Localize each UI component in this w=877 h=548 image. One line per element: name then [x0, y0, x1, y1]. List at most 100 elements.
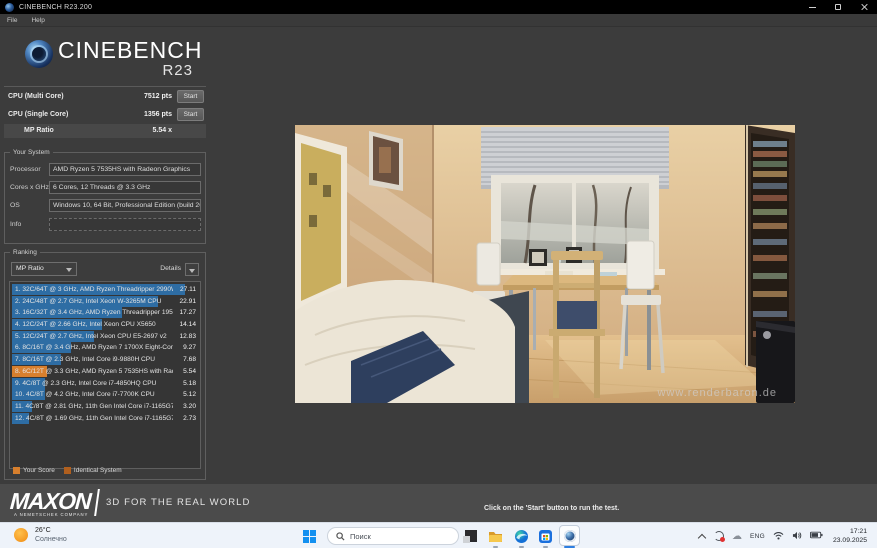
cinebench-window: CINEBENCH R23.200 File Help CINEBENCH R2…	[0, 0, 877, 548]
ranking-row[interactable]: 10. 4C/8T @ 4.2 GHz, Intel Core i7-7700K…	[12, 389, 198, 400]
folder-icon	[488, 529, 503, 544]
running-indicator	[493, 546, 498, 548]
legend-identical-system-label: Identical System	[74, 467, 122, 474]
taskbar-clock[interactable]: 17:21 23.09.2025	[833, 527, 867, 545]
maximize-button[interactable]	[825, 0, 851, 14]
ranking-row-value: 27.11	[180, 286, 196, 293]
taskbar-file-explorer[interactable]	[488, 529, 503, 544]
singlecore-start-button[interactable]: Start	[177, 108, 204, 121]
legend-identical-system-swatch	[64, 467, 71, 474]
weather-widget[interactable]: 26°C Солнечно	[14, 526, 67, 544]
mpratio-value: 5.54 x	[153, 127, 172, 134]
tray-battery[interactable]	[810, 531, 823, 541]
squares-app-icon	[463, 529, 478, 544]
close-button[interactable]	[851, 0, 877, 14]
your-system-legend: Your System	[10, 149, 53, 156]
tray-volume[interactable]	[792, 531, 802, 542]
singlecore-label: CPU (Single Core)	[8, 111, 68, 118]
ranking-row[interactable]: 2. 24C/48T @ 2.7 GHz, Intel Xeon W-3265M…	[12, 296, 198, 307]
legend-your-score-label: Your Score	[23, 467, 55, 474]
edge-browser-icon	[514, 529, 529, 544]
details-dropdown-button[interactable]	[185, 263, 199, 276]
search-icon	[336, 532, 345, 541]
language-indicator[interactable]: ENG	[750, 533, 765, 540]
taskbar-cinebench-active[interactable]	[559, 525, 580, 546]
ranking-row[interactable]: 6. 8C/16T @ 3.4 GHz, AMD Ryzen 7 1700X E…	[12, 342, 198, 353]
framed-picture-left	[295, 133, 347, 315]
ranking-row-label: 1. 32C/64T @ 3 GHz, AMD Ryzen Threadripp…	[15, 286, 173, 293]
maxon-logo: MAXON	[9, 488, 92, 515]
ranking-row[interactable]: 4. 12C/24T @ 2.66 GHz, Intel Xeon CPU X5…	[12, 319, 198, 330]
system-tray: ☁ ENG	[695, 523, 877, 548]
ranking-row[interactable]: 7. 8C/16T @ 2.3 GHz, Intel Core i9-9880H…	[12, 354, 198, 365]
running-indicator	[519, 546, 524, 548]
tray-overflow-button[interactable]	[699, 533, 706, 540]
ranking-row[interactable]: 8. 6C/12T @ 3.3 GHz, AMD Ryzen 5 7535HS …	[12, 366, 198, 377]
ranking-row-value: 5.12	[183, 391, 196, 398]
cinebench-app-icon	[5, 3, 14, 12]
your-system-group: Your System Processor AMD Ryzen 5 7535HS…	[4, 152, 206, 244]
minimize-button[interactable]	[799, 0, 825, 14]
ranking-row-label: 5. 12C/24T @ 2.7 GHz, Intel Xeon CPU E5-…	[15, 333, 167, 340]
ranking-sort-dropdown[interactable]: MP Ratio	[11, 262, 77, 276]
ranking-row[interactable]: 5. 12C/24T @ 2.7 GHz, Intel Xeon CPU E5-…	[12, 331, 198, 342]
ranking-row[interactable]: 11. 4C/8T @ 2.81 GHz, 11th Gen Intel Cor…	[12, 401, 198, 412]
cores-value: 6 Cores, 12 Threads @ 3.3 GHz	[49, 181, 201, 194]
taskbar-store[interactable]	[538, 529, 553, 544]
mpratio-label: MP Ratio	[24, 127, 54, 134]
score-row-singlecore: CPU (Single Core) 1356 pts Start	[4, 108, 206, 123]
ranking-row-value: 5.54	[183, 368, 196, 375]
menu-help[interactable]: Help	[24, 17, 51, 24]
logo-title: CINEBENCH	[58, 37, 202, 64]
ranking-row-label: 6. 8C/16T @ 3.4 GHz, AMD Ryzen 7 1700X E…	[15, 344, 173, 351]
tray-network[interactable]	[773, 531, 784, 542]
multicore-value: 7512 pts	[144, 93, 172, 100]
render-viewport: www.renderbaron.de	[295, 125, 795, 403]
speaker-icon	[792, 531, 802, 540]
ranking-row-label: 7. 8C/16T @ 2.3 GHz, Intel Core i9-9880H…	[15, 356, 155, 363]
clock-date: 23.09.2025	[833, 536, 867, 545]
ranking-row[interactable]: 12. 4C/8T @ 1.69 GHz, 11th Gen Intel Cor…	[12, 413, 198, 424]
ranking-list: 1. 32C/64T @ 3 GHz, AMD Ryzen Threadripp…	[9, 281, 201, 469]
details-label: Details	[160, 265, 181, 272]
ranking-row-label: 2. 24C/48T @ 2.7 GHz, Intel Xeon W-3265M…	[15, 298, 161, 305]
ranking-row-label: 4. 12C/24T @ 2.66 GHz, Intel Xeon CPU X5…	[15, 321, 156, 328]
logo-version: R23	[162, 62, 193, 79]
footer-bar: MAXON A NEMETSCHEK COMPANY 3D FOR THE RE…	[0, 484, 877, 522]
ranking-row[interactable]: 1. 32C/64T @ 3 GHz, AMD Ryzen Threadripp…	[12, 284, 198, 295]
processor-value: AMD Ryzen 5 7535HS with Radeon Graphics	[49, 163, 201, 176]
render-scene: www.renderbaron.de	[295, 125, 795, 403]
chevron-up-icon	[699, 533, 706, 540]
sun-icon	[14, 528, 28, 542]
status-message: Click on the 'Start' button to run the t…	[484, 505, 619, 512]
start-button[interactable]	[303, 530, 316, 543]
windows-logo-icon	[310, 537, 316, 543]
sync-alert-icon	[714, 531, 724, 541]
ranking-row-label: 10. 4C/8T @ 4.2 GHz, Intel Core i7-7700K…	[15, 391, 155, 398]
maximize-icon	[835, 4, 841, 10]
score-row-multicore: CPU (Multi Core) 7512 pts Start	[4, 90, 206, 105]
cores-label: Cores x GHz	[10, 184, 49, 191]
windows-logo-icon	[303, 537, 309, 543]
ranking-color-legend: Your Score Identical System	[13, 467, 131, 474]
ranking-group: Ranking MP Ratio Details 1. 32C/64T @ 3 …	[4, 252, 206, 480]
menu-file[interactable]: File	[0, 17, 24, 24]
ranking-row-value: 9.27	[183, 344, 196, 351]
search-input[interactable]: Поиск	[327, 527, 459, 545]
footer-divider	[94, 489, 100, 516]
taskbar-edge[interactable]	[514, 529, 529, 544]
windows-taskbar: 26°C Солнечно Поиск	[0, 522, 877, 548]
ranking-row[interactable]: 3. 16C/32T @ 3.4 GHz, AMD Ryzen Threadri…	[12, 307, 198, 318]
ranking-row-value: 12.83	[179, 333, 196, 340]
ranking-row[interactable]: 9. 4C/8T @ 2.3 GHz, Intel Core i7-4850HQ…	[12, 378, 198, 389]
info-value[interactable]	[49, 218, 201, 231]
ranking-row-label: 9. 4C/8T @ 2.3 GHz, Intel Core i7-4850HQ…	[15, 380, 156, 387]
tray-onedrive[interactable]: ☁	[732, 531, 742, 542]
os-value: Windows 10, 64 Bit, Professional Edition…	[49, 199, 201, 212]
tray-sync-status[interactable]	[714, 531, 724, 541]
ranking-legend: Ranking	[10, 249, 40, 256]
menubar: File Help	[0, 14, 877, 27]
taskbar-app-squares[interactable]	[463, 529, 478, 544]
multicore-start-button[interactable]: Start	[177, 90, 204, 103]
windows-logo-icon	[310, 530, 316, 536]
